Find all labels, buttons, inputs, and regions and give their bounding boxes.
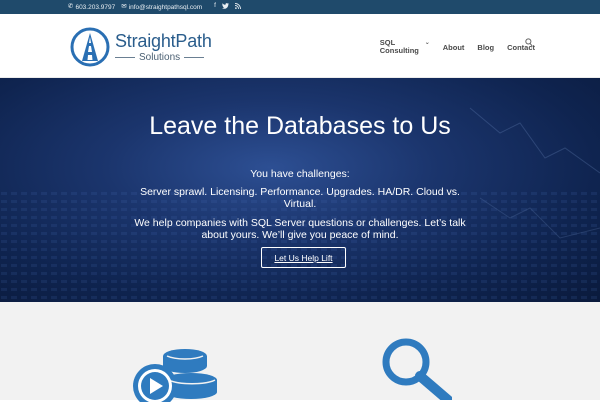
hero-title: Leave the Databases to Us — [149, 112, 451, 140]
envelope-icon: ✉ — [121, 2, 127, 10]
logo-rule-left — [115, 57, 135, 58]
nav-sql-consulting[interactable]: SQL Consulting ⌄ — [380, 39, 430, 55]
phone-contact[interactable]: ✆ 603.203.9797 — [68, 2, 116, 11]
twitter-icon[interactable] — [221, 2, 229, 12]
hero-subtitle: You have challenges: — [250, 168, 350, 180]
search-icon[interactable] — [525, 38, 533, 47]
social-links: f — [214, 2, 241, 12]
email-address: info@straightpathsql.com — [128, 3, 203, 11]
logo-subtitle: Solutions — [139, 51, 181, 63]
phone-number: 603.203.9797 — [75, 3, 116, 11]
main-nav: SQL Consulting ⌄ About Blog Contact — [380, 39, 535, 55]
facebook-icon[interactable]: f — [214, 2, 216, 12]
hero-challenges: Server sprawl. Licensing. Performance. U… — [140, 186, 460, 210]
site-header: StraightPath Solutions SQL Consulting ⌄ … — [0, 14, 600, 78]
nav-blog[interactable]: Blog — [477, 44, 494, 52]
nav-about[interactable]: About — [443, 44, 465, 52]
nav-sql-consulting-label: SQL Consulting — [379, 38, 419, 55]
logo-rule-right — [184, 57, 205, 58]
email-contact[interactable]: ✉ info@straightpathsql.com — [121, 2, 203, 11]
features-section — [0, 302, 600, 402]
top-bar: ✆ 603.203.9797 ✉ info@straightpathsql.co… — [0, 0, 600, 14]
site-logo[interactable]: StraightPath Solutions — [70, 27, 212, 67]
hero-description: We help companies with SQL Server questi… — [134, 217, 466, 241]
road-logo-icon — [70, 27, 110, 67]
magnifying-glass-icon — [382, 338, 452, 400]
phone-icon: ✆ — [68, 2, 74, 10]
chevron-down-icon: ⌄ — [424, 40, 430, 46]
rss-icon[interactable] — [234, 2, 241, 12]
logo-title: StraightPath — [115, 30, 212, 51]
database-play-icon — [133, 349, 217, 402]
hero-banner: Leave the Databases to Us You have chall… — [0, 78, 600, 302]
let-us-help-button[interactable]: Let Us Help Lift — [261, 247, 346, 268]
